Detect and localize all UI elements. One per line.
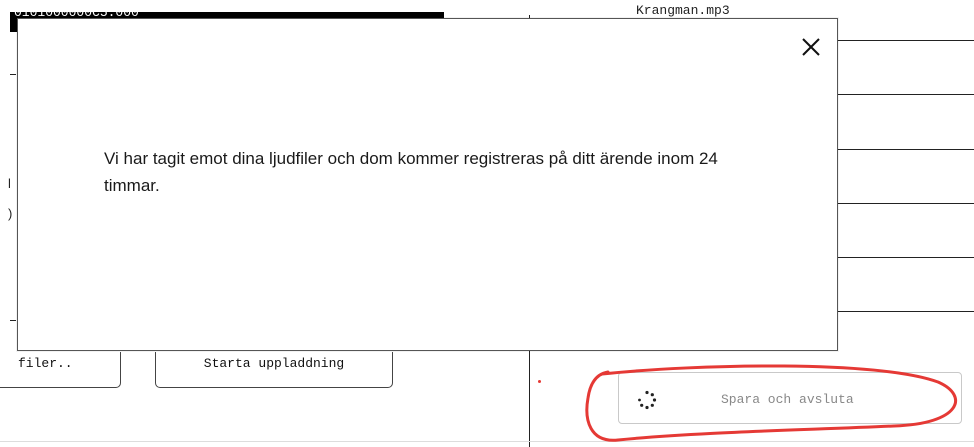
start-upload-button[interactable]: Starta uppladdning: [155, 352, 393, 388]
file-name-label: Krangman.mp3: [636, 3, 730, 18]
close-icon[interactable]: [799, 35, 823, 59]
start-upload-label: Starta uppladdning: [203, 356, 345, 371]
file-list-row-divider: [838, 40, 974, 41]
confirmation-modal: Vi har tagit emot dina ljudfiler och dom…: [17, 18, 838, 351]
edge-tick: [10, 320, 16, 321]
file-list-row-divider: [838, 257, 974, 258]
file-list-row-divider: [838, 203, 974, 204]
edge-tick: [10, 74, 16, 75]
edge-glyph: ): [8, 206, 13, 221]
annotation-dot: [538, 380, 541, 383]
choose-files-button[interactable]: filer..: [0, 352, 121, 388]
file-list-row-divider: [838, 311, 974, 312]
edge-glyph: l: [8, 176, 11, 191]
choose-files-label: filer..: [18, 356, 73, 371]
annotation-circle: [585, 364, 957, 442]
modal-message: Vi har tagit emot dina ljudfiler och dom…: [104, 149, 718, 195]
file-list-row-divider: [838, 94, 974, 95]
file-list-row-divider: [838, 149, 974, 150]
